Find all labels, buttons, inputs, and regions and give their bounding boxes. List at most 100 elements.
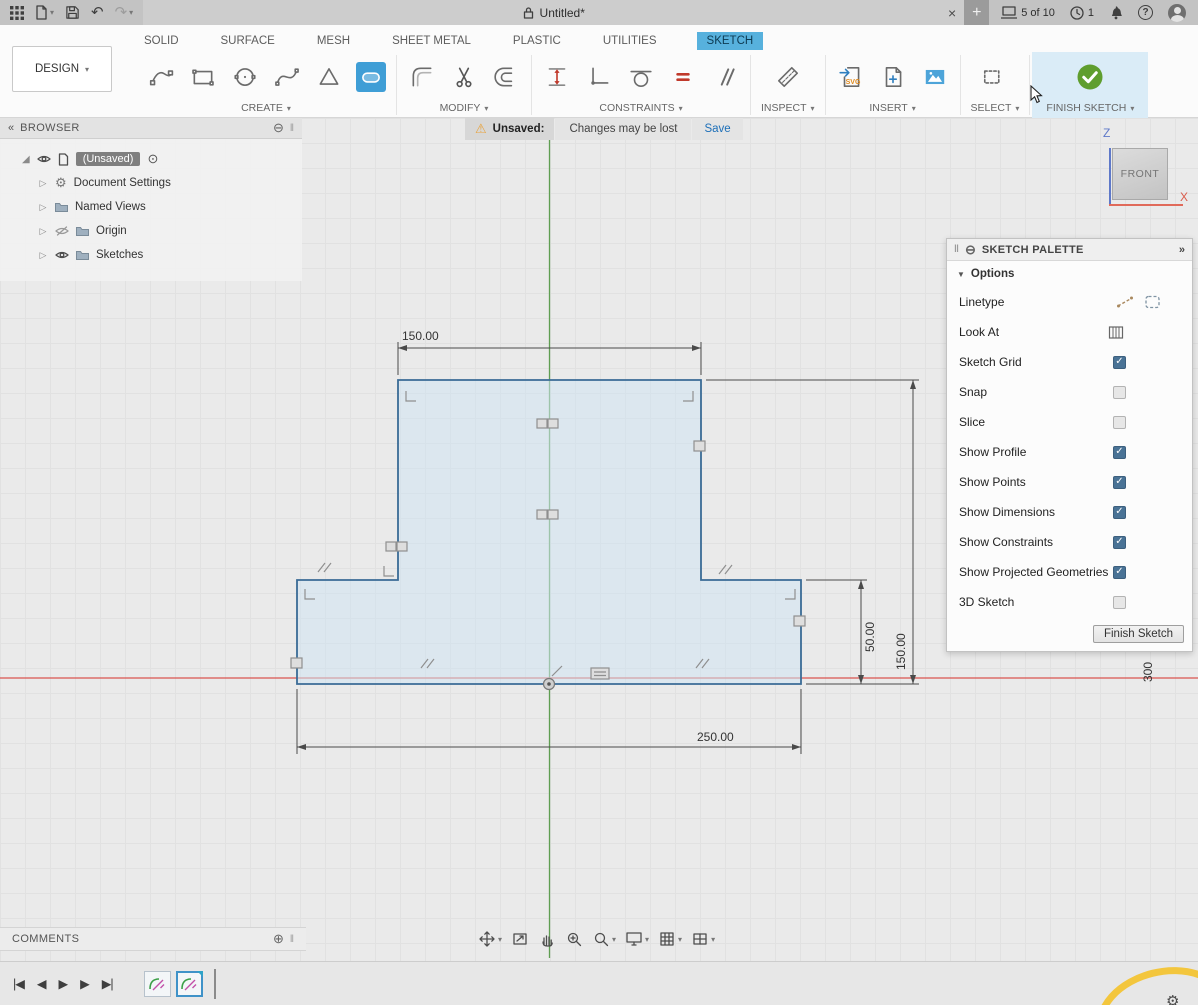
tool-tangent-icon[interactable] <box>626 62 656 92</box>
centerline-linetype-icon[interactable] <box>1144 294 1162 310</box>
create-menu[interactable]: CREATE▾ <box>241 102 291 118</box>
sketch-palette-header[interactable]: ‖ ⊖ SKETCH PALETTE » <box>947 239 1192 261</box>
avatar[interactable] <box>1168 4 1186 22</box>
expand-triangle-icon[interactable]: ▷ <box>38 202 48 213</box>
app-grid-icon[interactable] <box>10 6 24 20</box>
display-settings-icon[interactable]: ▾ <box>625 930 649 948</box>
tool-trim-icon[interactable] <box>449 62 479 92</box>
options-section-header[interactable]: ▼ Options <box>947 261 1192 287</box>
tool-sketch-dimension-icon[interactable] <box>542 62 572 92</box>
add-comment-icon[interactable]: ⊕ <box>273 931 284 947</box>
tab-mesh[interactable]: MESH <box>315 32 352 50</box>
viewcube-front-face[interactable]: FRONT <box>1112 148 1168 200</box>
redo-icon[interactable]: ↷ ▾ <box>115 5 134 20</box>
tool-canvas-icon[interactable] <box>920 62 950 92</box>
tool-polygon-icon[interactable] <box>314 62 344 92</box>
save-button[interactable]: Save <box>692 118 742 140</box>
viewcube[interactable]: Z FRONT X <box>1096 126 1198 218</box>
browser-root-row[interactable]: ◢ (Unsaved) ⊙ <box>0 147 302 171</box>
save-icon[interactable] <box>65 5 80 20</box>
bell-icon[interactable] <box>1109 5 1123 20</box>
skip-to-end-icon[interactable]: ▶| <box>102 976 113 991</box>
tool-measure-icon[interactable] <box>773 62 803 92</box>
3d-sketch-checkbox[interactable]: ✓ <box>1113 596 1126 609</box>
tab-sheet-metal[interactable]: SHEET METAL <box>390 32 473 50</box>
file-menu-icon[interactable]: ▾ <box>35 5 54 20</box>
tool-rectangle-icon[interactable] <box>188 62 218 92</box>
collapse-panel-icon[interactable]: « <box>8 122 14 134</box>
step-forward-icon[interactable]: ▶ <box>80 976 89 991</box>
panel-grip-icon[interactable]: ‖ <box>290 934 294 945</box>
slice-checkbox[interactable]: ✓ <box>1113 416 1126 429</box>
panel-grip-icon[interactable]: ‖ <box>954 244 959 255</box>
visibility-eye-icon[interactable] <box>55 250 69 260</box>
look-at-view-icon[interactable] <box>511 930 529 948</box>
show-projected-checkbox[interactable]: ✓ <box>1113 566 1126 579</box>
tool-insert-svg-icon[interactable]: SVG <box>836 62 866 92</box>
pan-icon[interactable]: ▾ <box>478 930 502 948</box>
browser-item-named-views[interactable]: ▷ Named Views <box>0 195 302 219</box>
activate-target-icon[interactable]: ⊙ <box>147 151 158 167</box>
expand-triangle-icon[interactable]: ▷ <box>38 250 48 261</box>
finish-sketch-check-icon[interactable] <box>1075 62 1105 92</box>
expand-panel-icon[interactable]: » <box>1179 244 1185 256</box>
minimize-panel-icon[interactable]: ⊖ <box>965 242 976 258</box>
timeline-position-marker[interactable] <box>214 969 216 999</box>
tab-plastic[interactable]: PLASTIC <box>511 32 563 50</box>
document-root-label[interactable]: (Unsaved) <box>76 152 141 166</box>
tool-fillet-icon[interactable] <box>407 62 437 92</box>
grid-settings-icon[interactable]: ▾ <box>658 930 682 948</box>
comments-bar[interactable]: COMMENTS ⊕ ‖ <box>0 927 306 951</box>
tool-select-icon[interactable] <box>980 62 1010 92</box>
new-tab-button[interactable]: + <box>964 0 989 25</box>
modify-menu[interactable]: MODIFY▾ <box>440 102 489 118</box>
document-tab[interactable]: Untitled* × <box>143 0 964 25</box>
finish-sketch-menu[interactable]: FINISH SKETCH▾ <box>1046 102 1134 118</box>
workspace-switcher[interactable]: DESIGN ▾ <box>12 46 112 92</box>
timeline-feature-sketch-1[interactable] <box>144 971 171 997</box>
browser-header[interactable]: « BROWSER ⊖ ‖ <box>0 118 302 139</box>
tab-solid[interactable]: SOLID <box>142 32 181 50</box>
zoom-icon[interactable]: ▾ <box>592 930 616 948</box>
visibility-off-eye-icon[interactable] <box>55 226 69 236</box>
timeline-feature-sketch-2[interactable] <box>176 971 203 997</box>
look-at-icon[interactable] <box>1108 325 1124 340</box>
notification-center-button[interactable]: 1 <box>1070 6 1094 20</box>
skip-to-start-icon[interactable]: |◀ <box>13 976 24 991</box>
tab-surface[interactable]: SURFACE <box>219 32 277 50</box>
expand-triangle-icon[interactable]: ▷ <box>38 178 48 189</box>
tool-slot-active-icon[interactable] <box>356 62 386 92</box>
visibility-eye-icon[interactable] <box>37 154 51 164</box>
tool-insert-mesh-icon[interactable] <box>878 62 908 92</box>
undo-icon[interactable]: ↶ <box>91 5 104 20</box>
expanded-wedge-icon[interactable]: ◢ <box>22 154 30 165</box>
job-status-button[interactable]: 5 of 10 <box>1001 6 1055 19</box>
panel-grip-icon[interactable]: ‖ <box>290 123 294 134</box>
minimize-panel-icon[interactable]: ⊖ <box>273 120 284 136</box>
tool-parallel-icon[interactable] <box>710 62 740 92</box>
constraints-menu[interactable]: CONSTRAINTS▾ <box>599 102 682 118</box>
step-back-icon[interactable]: ◀ <box>37 976 46 991</box>
show-dimensions-checkbox[interactable]: ✓ <box>1113 506 1126 519</box>
help-icon[interactable]: ? <box>1138 5 1153 20</box>
insert-menu[interactable]: INSERT▾ <box>869 102 915 118</box>
browser-item-origin[interactable]: ▷ Origin <box>0 219 302 243</box>
play-icon[interactable]: ▶ <box>59 976 68 991</box>
browser-item-sketches[interactable]: ▷ Sketches <box>0 243 302 267</box>
pan-hand-icon[interactable] <box>538 930 556 948</box>
sketch-grid-checkbox[interactable]: ✓ <box>1113 356 1126 369</box>
tool-equal-icon[interactable] <box>668 62 698 92</box>
show-profile-checkbox[interactable]: ✓ <box>1113 446 1126 459</box>
tab-utilities[interactable]: UTILITIES <box>601 32 659 50</box>
expand-triangle-icon[interactable]: ▷ <box>38 226 48 237</box>
browser-item-document-settings[interactable]: ▷ ⚙ Document Settings <box>0 171 302 195</box>
viewports-icon[interactable]: ▾ <box>691 930 715 948</box>
tool-spline-icon[interactable] <box>272 62 302 92</box>
inspect-menu[interactable]: INSPECT▾ <box>761 102 815 118</box>
close-tab-icon[interactable]: × <box>948 5 956 21</box>
tool-circle-icon[interactable] <box>230 62 260 92</box>
tool-offset-icon[interactable] <box>491 62 521 92</box>
tab-sketch[interactable]: SKETCH <box>697 32 764 50</box>
show-points-checkbox[interactable]: ✓ <box>1113 476 1126 489</box>
finish-sketch-button[interactable]: Finish Sketch <box>1093 625 1184 643</box>
